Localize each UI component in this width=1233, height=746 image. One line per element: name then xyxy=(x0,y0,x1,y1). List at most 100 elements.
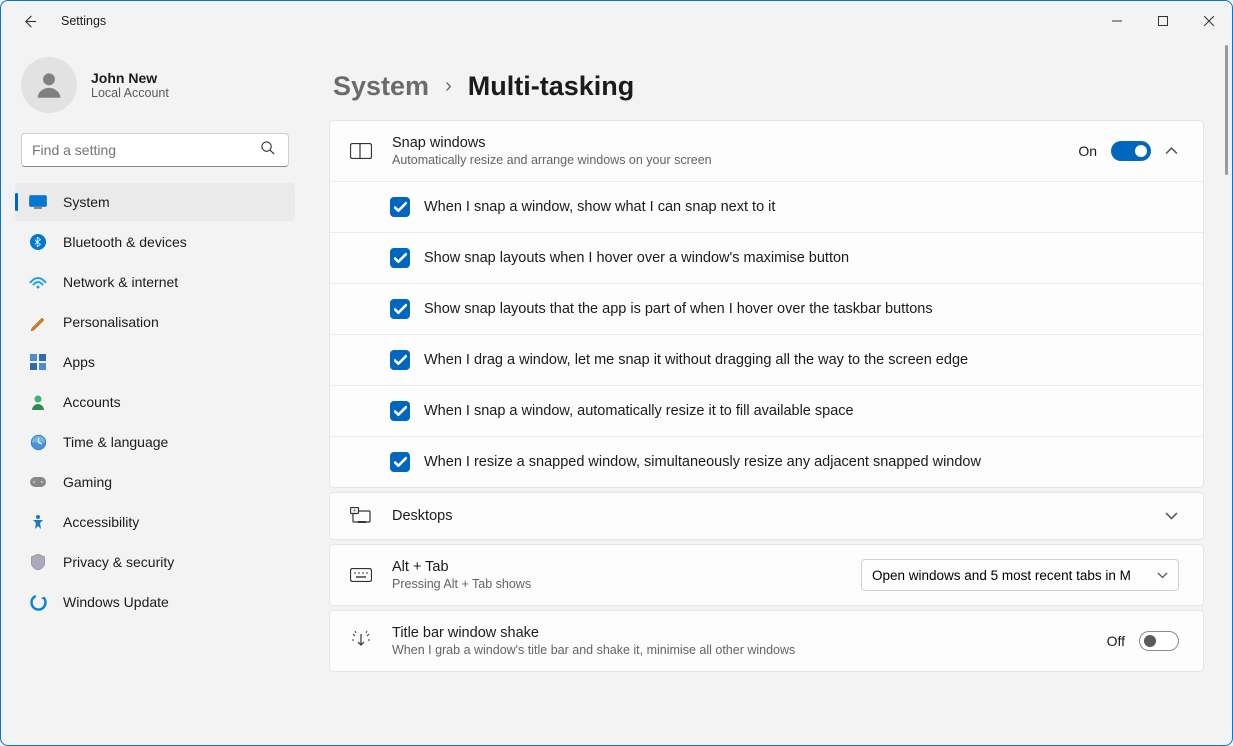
checkbox[interactable] xyxy=(390,452,410,472)
snap-option-row[interactable]: When I snap a window, automatically resi… xyxy=(330,386,1203,437)
search-input[interactable] xyxy=(32,142,260,158)
alttab-dropdown[interactable]: Open windows and 5 most recent tabs in M xyxy=(861,559,1179,591)
update-icon xyxy=(29,593,47,611)
shake-title: Title bar window shake xyxy=(392,625,1107,641)
snap-option-row[interactable]: Show snap layouts that the app is part o… xyxy=(330,284,1203,335)
sidebar-item-gaming[interactable]: Gaming xyxy=(15,463,295,501)
accessibility-icon xyxy=(29,513,47,531)
checkbox[interactable] xyxy=(390,350,410,370)
snap-option-label: Show snap layouts that the app is part o… xyxy=(424,301,933,317)
snap-option-row[interactable]: When I snap a window, show what I can sn… xyxy=(330,182,1203,233)
snap-option-label: When I drag a window, let me snap it wit… xyxy=(424,352,968,368)
sidebar-item-label: Windows Update xyxy=(63,594,169,610)
sidebar-item-time[interactable]: Time & language xyxy=(15,423,295,461)
breadcrumb: System › Multi-tasking xyxy=(329,71,1204,102)
sidebar-item-bluetooth[interactable]: Bluetooth & devices xyxy=(15,223,295,261)
snap-option-label: When I resize a snapped window, simultan… xyxy=(424,454,981,470)
privacy-icon xyxy=(29,553,47,571)
sidebar-item-label: Accounts xyxy=(63,394,121,410)
content-area: System › Multi-tasking Snap windows Auto… xyxy=(309,41,1232,745)
sidebar-item-privacy[interactable]: Privacy & security xyxy=(15,543,295,581)
shake-toggle[interactable] xyxy=(1139,631,1179,651)
snap-option-row[interactable]: When I drag a window, let me snap it wit… xyxy=(330,335,1203,386)
snap-option-row[interactable]: Show snap layouts when I hover over a wi… xyxy=(330,233,1203,284)
shake-icon xyxy=(348,631,374,651)
profile-name: John New xyxy=(91,70,169,86)
desktops-icon: + xyxy=(348,507,374,525)
desktops-title: Desktops xyxy=(392,508,1165,524)
personalisation-icon xyxy=(29,313,47,331)
svg-text:+: + xyxy=(353,508,356,514)
sidebar-item-label: System xyxy=(63,194,110,210)
snap-option-label: Show snap layouts when I hover over a wi… xyxy=(424,250,849,266)
settings-window: Settings John New Local Account xyxy=(0,0,1233,746)
snap-windows-card: Snap windows Automatically resize and ar… xyxy=(329,120,1204,488)
back-button[interactable] xyxy=(19,11,39,31)
sidebar-item-system[interactable]: System xyxy=(15,183,295,221)
checkbox[interactable] xyxy=(390,401,410,421)
profile-type: Local Account xyxy=(91,86,169,100)
chevron-down-icon xyxy=(1157,568,1168,583)
sidebar-item-apps[interactable]: Apps xyxy=(15,343,295,381)
sidebar-item-label: Privacy & security xyxy=(63,554,174,570)
profile-block[interactable]: John New Local Account xyxy=(1,49,309,121)
sidebar-item-label: Network & internet xyxy=(63,274,178,290)
accounts-icon xyxy=(29,393,47,411)
gaming-icon xyxy=(29,473,47,491)
checkbox[interactable] xyxy=(390,299,410,319)
toggle-state-label: Off xyxy=(1107,633,1125,649)
snap-option-label: When I snap a window, show what I can sn… xyxy=(424,199,775,215)
maximize-button[interactable] xyxy=(1140,1,1186,41)
keyboard-icon xyxy=(348,568,374,582)
minimize-button[interactable] xyxy=(1094,1,1140,41)
network-icon xyxy=(29,273,47,291)
chevron-up-icon[interactable] xyxy=(1165,147,1179,156)
snap-windows-header[interactable]: Snap windows Automatically resize and ar… xyxy=(330,121,1203,182)
desktops-card: + Desktops xyxy=(329,492,1204,540)
snap-icon xyxy=(348,143,374,159)
sidebar-item-accounts[interactable]: Accounts xyxy=(15,383,295,421)
time-icon xyxy=(29,433,47,451)
snap-option-row[interactable]: When I resize a snapped window, simultan… xyxy=(330,437,1203,487)
checkbox[interactable] xyxy=(390,248,410,268)
app-title: Settings xyxy=(61,14,106,28)
sidebar-item-accessibility[interactable]: Accessibility xyxy=(15,503,295,541)
close-button[interactable] xyxy=(1186,1,1232,41)
alttab-row: Alt + Tab Pressing Alt + Tab shows Open … xyxy=(330,545,1203,605)
checkbox[interactable] xyxy=(390,197,410,217)
sidebar-item-personalisation[interactable]: Personalisation xyxy=(15,303,295,341)
desktops-row[interactable]: + Desktops xyxy=(330,493,1203,539)
sidebar-item-label: Personalisation xyxy=(63,314,159,330)
snap-subtitle: Automatically resize and arrange windows… xyxy=(392,153,1078,167)
scrollbar[interactable] xyxy=(1225,45,1228,175)
nav-list: System Bluetooth & devices Network & int… xyxy=(1,181,309,623)
alttab-subtitle: Pressing Alt + Tab shows xyxy=(392,577,861,591)
toggle-state-label: On xyxy=(1078,143,1097,159)
snap-option-label: When I snap a window, automatically resi… xyxy=(424,403,854,419)
shake-subtitle: When I grab a window's title bar and sha… xyxy=(392,643,1107,657)
window-controls xyxy=(1094,1,1232,41)
chevron-right-icon: › xyxy=(445,75,452,98)
avatar xyxy=(21,57,77,113)
shake-card: Title bar window shake When I grab a win… xyxy=(329,610,1204,672)
sidebar-item-label: Apps xyxy=(63,354,95,370)
sidebar-item-label: Time & language xyxy=(63,434,168,450)
snap-title: Snap windows xyxy=(392,135,1078,151)
snap-toggle[interactable] xyxy=(1111,141,1151,161)
dropdown-value: Open windows and 5 most recent tabs in M xyxy=(872,568,1131,583)
shake-row: Title bar window shake When I grab a win… xyxy=(330,611,1203,671)
system-icon xyxy=(29,193,47,211)
sidebar: John New Local Account System Bluetooth … xyxy=(1,41,309,745)
page-title: Multi-tasking xyxy=(468,71,635,102)
search-box[interactable] xyxy=(21,133,289,167)
sidebar-item-network[interactable]: Network & internet xyxy=(15,263,295,301)
titlebar: Settings xyxy=(1,1,1232,41)
sidebar-item-update[interactable]: Windows Update xyxy=(15,583,295,621)
sidebar-item-label: Accessibility xyxy=(63,514,139,530)
alttab-card: Alt + Tab Pressing Alt + Tab shows Open … xyxy=(329,544,1204,606)
sidebar-item-label: Gaming xyxy=(63,474,112,490)
search-icon xyxy=(260,140,278,160)
breadcrumb-parent[interactable]: System xyxy=(333,71,429,102)
chevron-down-icon[interactable] xyxy=(1165,512,1179,521)
alttab-title: Alt + Tab xyxy=(392,559,861,575)
